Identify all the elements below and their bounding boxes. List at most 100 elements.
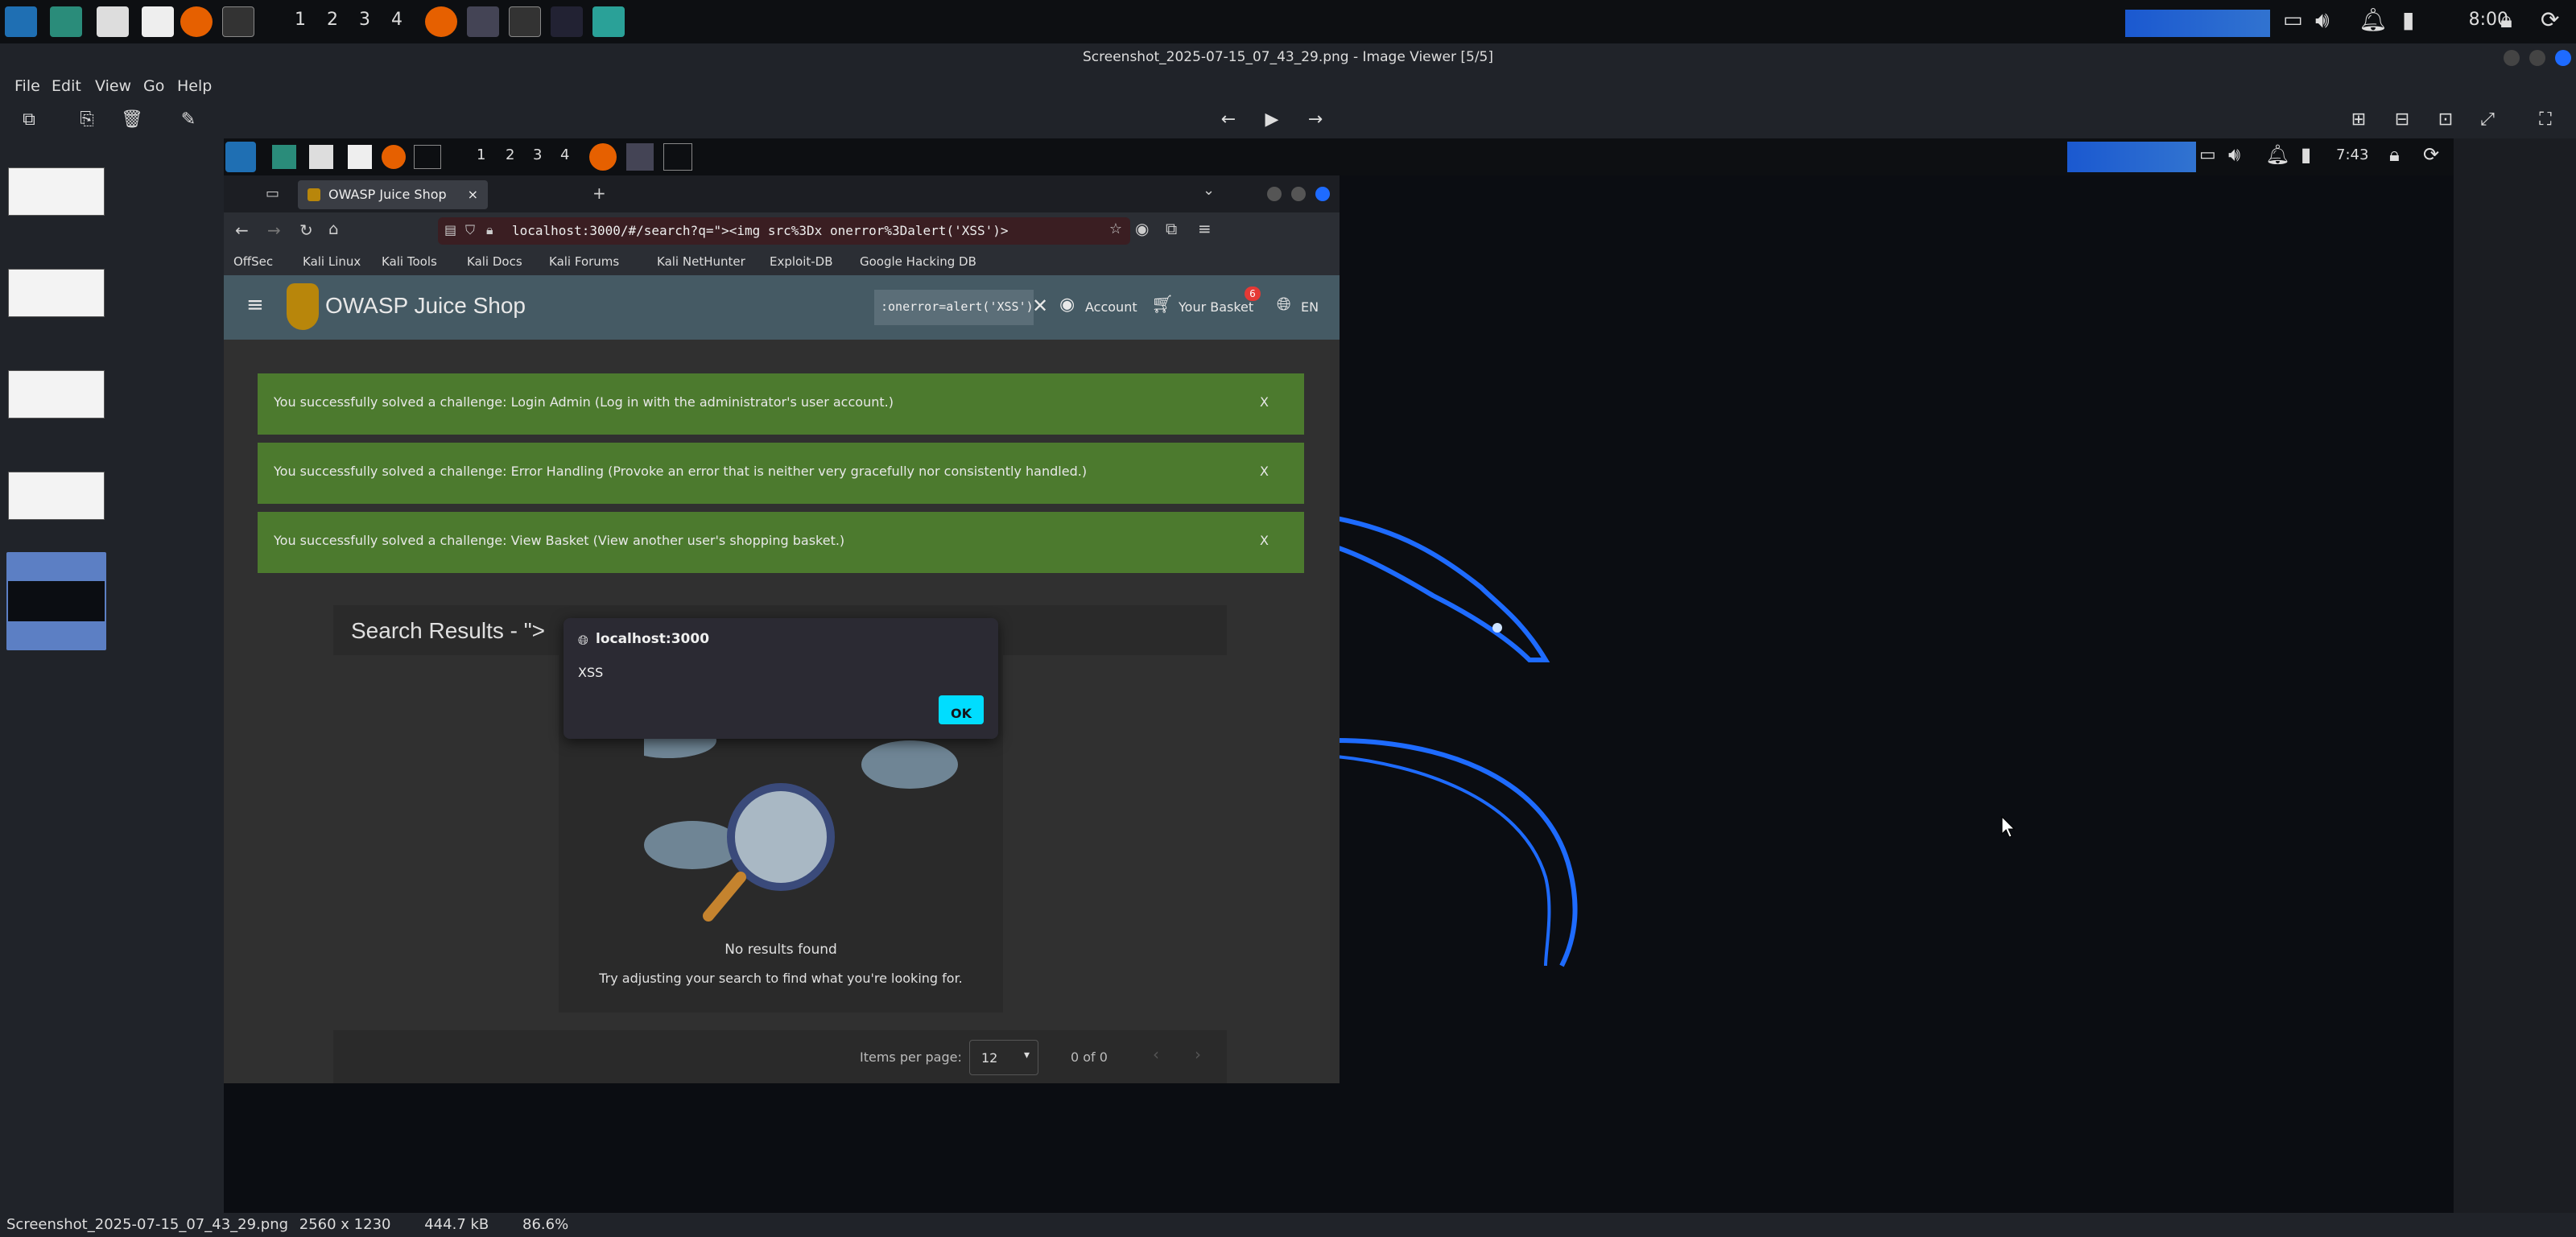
tab-list-icon[interactable]: ⌄ bbox=[1203, 182, 1215, 199]
thumbnail-3[interactable] bbox=[8, 370, 105, 419]
lock-url-icon[interactable]: 🔒︎ bbox=[486, 222, 493, 238]
thumbnail-2[interactable] bbox=[8, 269, 105, 317]
delete-icon[interactable]: 🗑︎ bbox=[121, 109, 143, 130]
open-icon[interactable]: ⧉ bbox=[18, 109, 40, 130]
zoom-out-icon[interactable]: ⊟ bbox=[2391, 109, 2413, 130]
forward-icon[interactable]: → bbox=[267, 221, 281, 240]
new-tab-icon[interactable]: + bbox=[592, 183, 606, 203]
fullscreen-icon[interactable]: ⛶ bbox=[2534, 109, 2557, 130]
firefox-window-icon[interactable] bbox=[425, 6, 457, 37]
terminal-launcher-icon[interactable] bbox=[50, 6, 82, 37]
inner-workspace-3: 3 bbox=[533, 146, 543, 163]
next-icon[interactable]: → bbox=[1304, 109, 1327, 130]
inner-volume-icon: 🔊︎ bbox=[2228, 143, 2241, 166]
ff-close-button[interactable] bbox=[1315, 187, 1330, 201]
extensions-icon[interactable]: ⧉ bbox=[1166, 219, 1177, 238]
zoom-in-icon[interactable]: ⊞ bbox=[2347, 109, 2370, 130]
inner-workspace-2: 2 bbox=[506, 146, 515, 163]
bookmark-kali-tools[interactable]: Kali Tools bbox=[382, 254, 437, 269]
window-icon[interactable]: ▭ bbox=[2283, 8, 2303, 32]
terminal-window-icon[interactable] bbox=[509, 6, 541, 37]
menu-go[interactable]: Go bbox=[143, 77, 164, 95]
image-viewer-window-icon[interactable] bbox=[592, 6, 625, 37]
inner-window-icon: ▭ bbox=[2199, 145, 2216, 165]
ff-maximize-button[interactable] bbox=[1291, 187, 1306, 201]
next-page-icon[interactable]: › bbox=[1195, 1045, 1201, 1064]
logout-icon[interactable]: ⟳ bbox=[2541, 6, 2559, 33]
ff-minimize-button[interactable] bbox=[1267, 187, 1282, 201]
close-button[interactable] bbox=[2555, 50, 2571, 66]
challenge-alert-3: You successfully solved a challenge: Vie… bbox=[258, 512, 1304, 573]
bookmark-kali-linux[interactable]: Kali Linux bbox=[303, 254, 361, 269]
account-button[interactable]: Account bbox=[1085, 299, 1137, 315]
menu-edit[interactable]: Edit bbox=[52, 77, 81, 95]
zoom-fit-icon[interactable]: ⤢ bbox=[2476, 109, 2499, 130]
thumbnail-4[interactable] bbox=[8, 472, 105, 520]
thumbnail-sidebar bbox=[0, 138, 224, 1213]
tab-close-icon[interactable]: × bbox=[468, 187, 478, 202]
volume-icon[interactable]: 🔊︎ bbox=[2315, 6, 2330, 34]
terminal-icon[interactable] bbox=[222, 6, 254, 37]
menu-icon[interactable]: ≡ bbox=[1198, 219, 1212, 238]
ok-button[interactable]: OK bbox=[939, 695, 984, 724]
alert-close-button[interactable]: X bbox=[1260, 394, 1269, 410]
tab-juice-shop[interactable]: OWASP Juice Shop × bbox=[298, 180, 488, 209]
chevron-down-icon: ▾ bbox=[1023, 1049, 1030, 1062]
account-icon[interactable]: ◉ bbox=[1135, 219, 1149, 238]
search-input[interactable]: :onerror=alert('XSS')> bbox=[874, 290, 1034, 325]
search-results-title: Search Results - "> bbox=[351, 618, 546, 643]
clear-search-icon[interactable]: ✕ bbox=[1032, 295, 1048, 317]
hamburger-menu-icon[interactable]: ≡ bbox=[246, 293, 264, 317]
inner-battery-icon: ▮ bbox=[2301, 143, 2312, 166]
bookmark-exploit-db[interactable]: Exploit-DB bbox=[770, 254, 833, 269]
firefox-icon[interactable] bbox=[180, 6, 213, 37]
menu-file[interactable]: File bbox=[14, 77, 40, 95]
maximize-button[interactable] bbox=[2529, 50, 2545, 66]
language-button[interactable]: EN bbox=[1301, 299, 1319, 315]
bell-icon[interactable]: 🔔︎ bbox=[2359, 6, 2388, 33]
workspace-4[interactable]: 4 bbox=[391, 10, 402, 30]
bookmark-kali-forums[interactable]: Kali Forums bbox=[549, 254, 619, 269]
menubar: File Edit View Go Help bbox=[0, 72, 2576, 101]
menu-help[interactable]: Help bbox=[177, 77, 212, 95]
thumbnail-1[interactable] bbox=[8, 167, 105, 216]
burp-window-icon[interactable] bbox=[467, 6, 499, 37]
previous-icon[interactable]: ← bbox=[1217, 109, 1240, 130]
bookmark-kali-docs[interactable]: Kali Docs bbox=[467, 254, 522, 269]
edit-icon[interactable]: ✎ bbox=[177, 109, 200, 130]
juice-shop-logo[interactable] bbox=[287, 283, 319, 330]
prev-page-icon[interactable]: ‹ bbox=[1153, 1045, 1159, 1064]
minimize-button[interactable] bbox=[2504, 50, 2520, 66]
alert-close-button[interactable]: X bbox=[1260, 464, 1269, 479]
workspace-2[interactable]: 2 bbox=[327, 10, 338, 30]
viewer-title-bar: Screenshot_2025-07-15_07_43_29.png - Ima… bbox=[0, 43, 2576, 72]
text-editor-icon[interactable] bbox=[142, 6, 174, 37]
bookmark-kali-nethunter[interactable]: Kali NetHunter bbox=[657, 254, 745, 269]
inner-workspace-1: 1 bbox=[477, 146, 486, 163]
reload-icon[interactable]: ↻ bbox=[299, 221, 313, 240]
bookmark-offsec[interactable]: OffSec bbox=[233, 254, 273, 269]
shield-icon[interactable]: ⛉ bbox=[465, 222, 475, 238]
play-icon[interactable]: ▶ bbox=[1261, 109, 1283, 130]
bookmark-google-hacking-db[interactable]: Google Hacking DB bbox=[860, 254, 976, 269]
juice-shop-title[interactable]: OWASP Juice Shop bbox=[325, 293, 526, 319]
url-bar[interactable]: ▤ ⛉ 🔒︎ localhost:3000/#/search?q="><img … bbox=[438, 217, 1130, 245]
workspace-3[interactable]: 3 bbox=[359, 10, 370, 30]
home-icon[interactable]: ⌂ bbox=[328, 219, 339, 238]
zoom-100-icon[interactable]: ⊡ bbox=[2434, 109, 2457, 130]
menu-view[interactable]: View bbox=[95, 77, 131, 95]
tab-overview-icon[interactable]: ▭ bbox=[266, 185, 279, 202]
alert-close-button[interactable]: X bbox=[1260, 533, 1269, 548]
save-icon[interactable]: ⎘ bbox=[76, 109, 98, 130]
kali-menu-icon[interactable] bbox=[5, 6, 37, 37]
workspace-1[interactable]: 1 bbox=[295, 10, 306, 30]
globe-icon: 🌐︎ bbox=[1277, 295, 1291, 315]
lock-icon[interactable]: 🔒︎ bbox=[2500, 6, 2512, 34]
file-manager-icon[interactable] bbox=[97, 6, 129, 37]
bookmark-star-icon[interactable]: ☆ bbox=[1109, 221, 1122, 237]
items-per-page-select[interactable]: 12 ▾ bbox=[969, 1040, 1038, 1075]
basket-button[interactable]: Your Basket bbox=[1179, 299, 1253, 315]
thumbnail-5-selected[interactable] bbox=[6, 552, 106, 650]
back-icon[interactable]: ← bbox=[235, 221, 249, 240]
screenshot-window-icon[interactable] bbox=[551, 6, 583, 37]
